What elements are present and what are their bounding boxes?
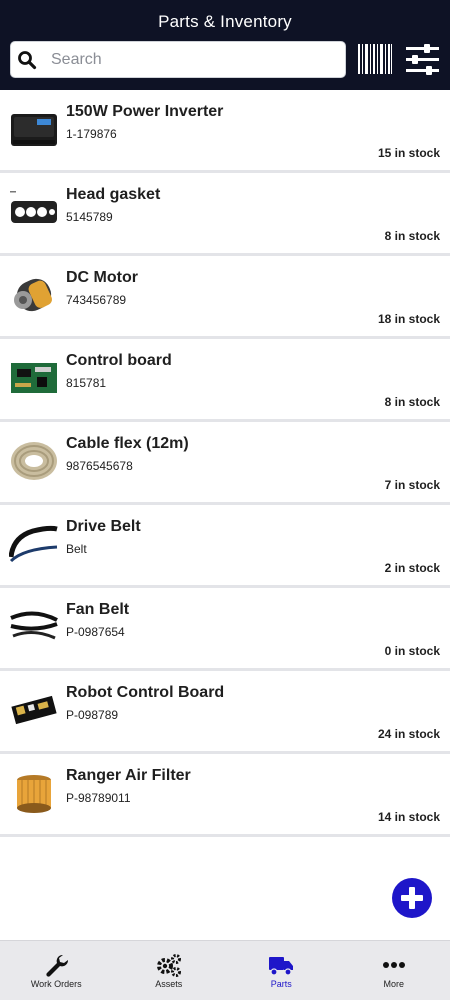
part-code: 1-179876 <box>66 127 117 141</box>
part-name: Fan Belt <box>66 601 130 618</box>
app-header: Parts & Inventory <box>0 0 450 90</box>
stock-count: 15 in stock <box>377 146 440 160</box>
part-name: Control board <box>66 352 172 369</box>
list-item[interactable]: Drive Belt Belt 2 in stock <box>0 505 450 588</box>
list-item[interactable]: Control board 815781 8 in stock <box>0 339 450 422</box>
tab-parts[interactable]: Parts <box>225 941 338 1000</box>
add-part-button[interactable] <box>392 878 432 918</box>
tab-label: Assets <box>155 979 183 989</box>
list-item[interactable]: Cable flex (12m) 9876545678 7 in stock <box>0 422 450 505</box>
part-code: 9876545678 <box>66 459 133 473</box>
part-name: Cable flex (12m) <box>66 435 189 452</box>
search-icon <box>18 51 37 70</box>
robot-board-thumbnail <box>11 695 57 725</box>
stock-count: 2 in stock <box>384 561 440 575</box>
filter-sliders-icon[interactable] <box>406 44 439 76</box>
part-name: Head gasket <box>66 186 161 203</box>
drive-belt-thumbnail <box>9 525 58 563</box>
more-dots-icon <box>382 962 405 968</box>
part-code: 5145789 <box>66 210 113 224</box>
part-name: Drive Belt <box>66 518 141 535</box>
gears-icon <box>156 954 181 977</box>
bottom-tab-bar: Work Orders Assets Parts More <box>0 940 450 1000</box>
tab-work-orders[interactable]: Work Orders <box>0 941 113 1000</box>
list-item[interactable]: Head gasket 5145789 8 in stock <box>0 173 450 256</box>
cable-coil-thumbnail <box>11 442 57 480</box>
power-inverter-thumbnail <box>11 114 57 146</box>
search-input[interactable] <box>51 47 336 73</box>
part-name: 150W Power Inverter <box>66 103 224 120</box>
tab-assets[interactable]: Assets <box>113 941 226 1000</box>
list-item[interactable]: 150W Power Inverter 1-179876 15 in stock <box>0 90 450 173</box>
search-box[interactable] <box>10 41 346 78</box>
stock-count: 8 in stock <box>384 229 440 243</box>
stock-count: 24 in stock <box>377 727 440 741</box>
stock-count: 7 in stock <box>384 478 440 492</box>
fan-belt-thumbnail <box>10 611 58 640</box>
truck-icon <box>269 957 294 976</box>
part-code: 743456789 <box>66 293 127 307</box>
part-code: P-0987654 <box>66 625 125 639</box>
part-code: P-98789011 <box>66 791 131 805</box>
list-item[interactable]: Robot Control Board P-098789 24 in stock <box>0 671 450 754</box>
list-item[interactable]: DC Motor 743456789 18 in stock <box>0 256 450 339</box>
barcode-scan-icon[interactable] <box>357 44 393 74</box>
wrench-icon <box>46 954 69 977</box>
part-code: P-098789 <box>66 708 119 722</box>
list-item[interactable]: Ranger Air Filter P-98789011 14 in stock <box>0 754 450 837</box>
stock-count: 18 in stock <box>377 312 440 326</box>
page-title: Parts & Inventory <box>158 12 292 31</box>
part-name: DC Motor <box>66 269 138 286</box>
stock-count: 14 in stock <box>377 810 440 824</box>
air-filter-thumbnail <box>17 775 51 813</box>
part-code: Belt <box>66 542 87 556</box>
parts-list: 150W Power Inverter 1-179876 15 in stock… <box>0 90 450 837</box>
tab-label: More <box>383 979 404 989</box>
part-name: Ranger Air Filter <box>66 767 191 784</box>
dc-motor-thumbnail <box>14 278 52 312</box>
list-item[interactable]: Fan Belt P-0987654 0 in stock <box>0 588 450 671</box>
stock-count: 0 in stock <box>384 644 440 658</box>
tab-more[interactable]: More <box>338 941 450 1000</box>
head-gasket-thumbnail <box>10 191 57 223</box>
part-code: 815781 <box>66 376 107 390</box>
tab-label: Parts <box>270 979 292 989</box>
stock-count: 8 in stock <box>384 395 440 409</box>
control-board-thumbnail <box>11 363 57 393</box>
part-name: Robot Control Board <box>66 684 225 701</box>
tab-label: Work Orders <box>30 979 82 989</box>
